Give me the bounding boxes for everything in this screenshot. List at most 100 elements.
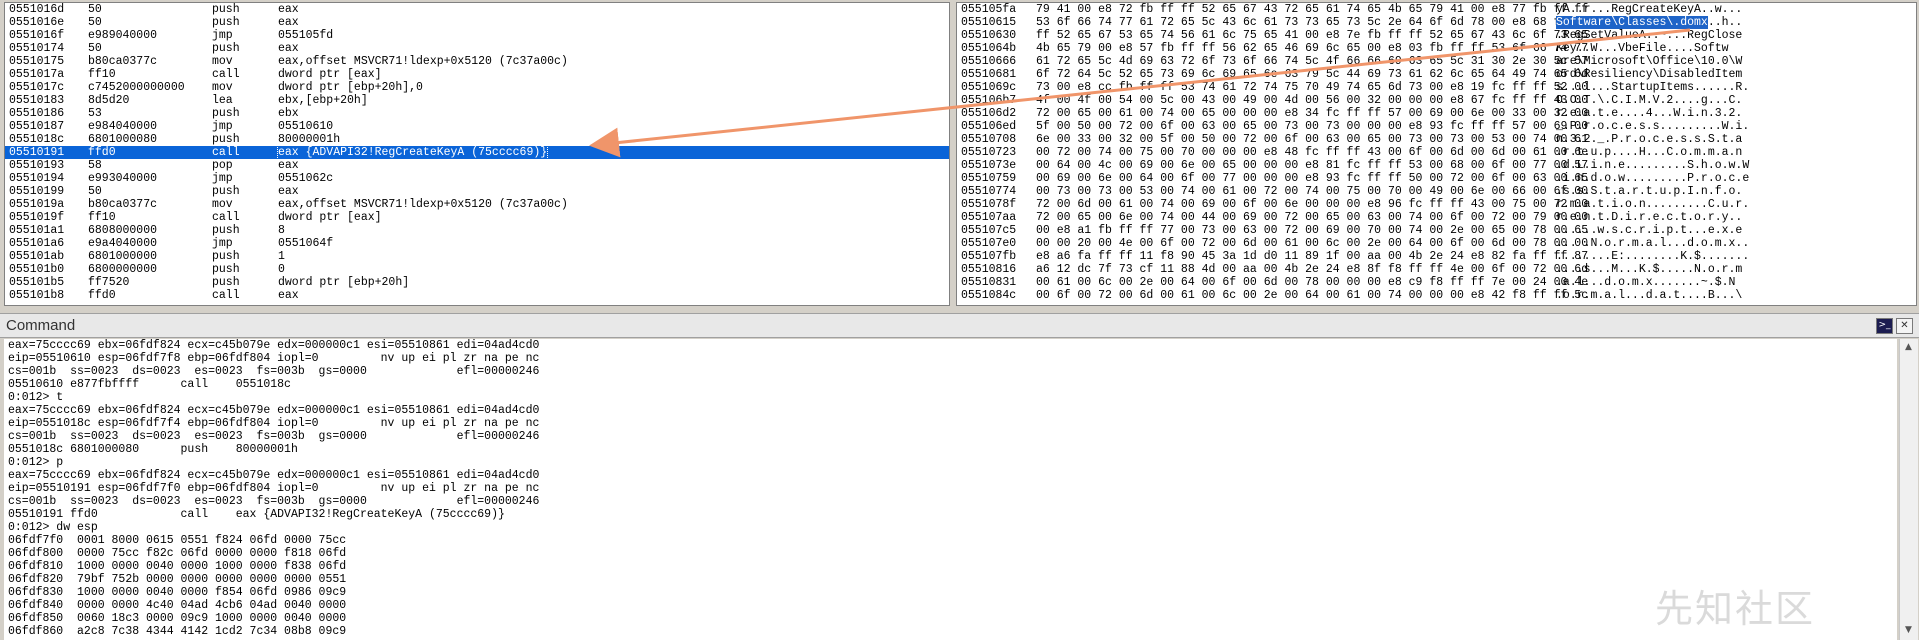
memory-row[interactable]: 05510723 00 72 00 74 00 75 00 70 00 00 00… <box>957 146 1916 159</box>
memory-ascii-text: .i.n.d.o.w.........P.r.o.c.e <box>1556 172 1750 185</box>
disasm-row[interactable]: 0551016f e989040000 jmp 055105fd <box>5 29 949 42</box>
disasm-bytes: e989040000 <box>88 29 158 42</box>
memory-ascii-text: .a.l...d.o.m.x.......~.$.N <box>1556 276 1736 289</box>
disasm-operands: eax <box>278 289 299 302</box>
disasm-row[interactable]: 05510174 50 push eax <box>5 42 949 55</box>
memory-row[interactable]: 0551064b 4b 65 79 00 e8 57 fb ff ff 56 62… <box>957 42 1916 55</box>
memory-row[interactable]: 05510759 00 69 00 6e 00 64 00 6f 00 77 00… <box>957 172 1916 185</box>
memory-row[interactable]: 055107e0 00 00 20 00 4e 00 6f 00 72 00 6d… <box>957 237 1916 250</box>
memory-row[interactable]: 055105fa 79 41 00 e8 72 fb ff ff 52 65 67… <box>957 3 1916 16</box>
disasm-row[interactable]: 055101b0 6800000000 push 0 <box>5 263 949 276</box>
disassembly-pane[interactable]: 0551016d 50 push eax 0551016e 50 push eax 055101… <box>4 2 950 306</box>
memory-row[interactable]: 05510831 00 61 00 6c 00 2e 00 64 00 6f 00… <box>957 276 1916 289</box>
memory-ascii: r.e.a.t.e....4...W.i.n.3.2. <box>1556 107 1742 120</box>
disasm-row[interactable]: 0551016d 50 push eax <box>5 3 949 16</box>
memory-row[interactable]: 055106ed 5f 00 50 00 72 00 6f 00 63 00 65… <box>957 120 1916 133</box>
command-output-line: eip=05510191 esp=06fdf7f0 ebp=06fdf804 i… <box>8 482 540 495</box>
memory-ascii-text: Key..W...VbeFile....Softw <box>1556 42 1729 55</box>
command-output-line: cs=001b ss=0023 ds=0023 es=0023 fs=003b … <box>8 365 540 378</box>
command-scrollbar[interactable]: ▲ ▼ <box>1899 339 1918 640</box>
disasm-mnemonic: push <box>212 276 240 289</box>
memory-row[interactable]: 0551073e 00 64 00 4c 00 69 00 6e 00 65 00… <box>957 159 1916 172</box>
disasm-row[interactable]: 055101b8 ffd0 call eax <box>5 289 949 302</box>
command-window-title: Command <box>6 317 76 334</box>
disasm-address: 05510193 <box>9 159 65 172</box>
memory-row[interactable]: 05510666 61 72 65 5c 4d 69 63 72 6f 73 6f… <box>957 55 1916 68</box>
memory-row[interactable]: 05510615 53 6f 66 74 77 61 72 65 5c 43 6c… <box>957 16 1916 29</box>
disasm-row[interactable]: 0551016e 50 push eax <box>5 16 949 29</box>
disasm-row[interactable]: 05510194 e993040000 jmp 0551062c <box>5 172 949 185</box>
memory-ascii: ......w.s.c.r.i.p.t...e.x.e <box>1556 224 1742 237</box>
memory-row[interactable]: 05510816 a6 12 dc 7f 73 cf 11 88 4d 00 aa… <box>957 263 1916 276</box>
memory-address: 05510681 <box>961 68 1017 81</box>
disasm-bytes: 6808000000 <box>88 224 158 237</box>
scroll-up-icon[interactable]: ▲ <box>1903 342 1914 353</box>
disasm-row[interactable]: 055101b5 ff7520 push dword ptr [ebp+20h] <box>5 276 949 289</box>
memory-row[interactable]: 05510774 00 73 00 73 00 53 00 74 00 61 00… <box>957 185 1916 198</box>
disasm-row[interactable]: 05510187 e984040000 jmp 05510610 <box>5 120 949 133</box>
close-icon[interactable]: ✕ <box>1896 318 1913 334</box>
disasm-row[interactable]: 05510183 8d5d20 lea ebx,[ebp+20h] <box>5 94 949 107</box>
memory-pane[interactable]: 055105fa 79 41 00 e8 72 fb ff ff 52 65 67… <box>956 2 1917 306</box>
disasm-row[interactable]: 05510191 ffd0 call eax {ADVAPI32!RegCreateK… <box>5 145 949 160</box>
disasm-bytes: e993040000 <box>88 172 158 185</box>
disasm-address: 055101b0 <box>9 263 65 276</box>
disasm-address: 0551019a <box>9 198 65 211</box>
memory-address: 055105fa <box>961 3 1017 16</box>
memory-ascii-text: ......w.s.c.r.i.p.t...e.x.e <box>1556 224 1743 237</box>
disasm-row[interactable]: 0551019f ff10 call dword ptr [eax] <box>5 211 949 224</box>
memory-hex: 4f 00 4f 00 54 00 5c 00 43 00 49 00 4d 0… <box>1036 94 1589 107</box>
command-output[interactable]: eax=75cccc69 ebx=06fdf824 ecx=c45b079e e… <box>4 339 1897 640</box>
command-output-line: 06fdf7f0 0001 8000 0615 0551 f824 06fd 0… <box>8 534 347 547</box>
memory-row[interactable]: 05510708 6e 00 33 00 32 00 5f 00 50 00 72… <box>957 133 1916 146</box>
memory-row[interactable]: 055107aa 72 00 65 00 6e 00 74 00 44 00 69… <box>957 211 1916 224</box>
memory-row[interactable]: 0551084c 00 6f 00 72 00 6d 00 61 00 6c 00… <box>957 289 1916 302</box>
disasm-row[interactable]: 055101a1 6808000000 push 8 <box>5 224 949 237</box>
memory-row[interactable]: 0551069c 73 00 e8 cc fb ff ff 53 74 61 72… <box>957 81 1916 94</box>
disasm-operands: dword ptr [eax] <box>278 68 382 81</box>
memory-row[interactable]: 055106d2 72 00 65 00 61 00 74 00 65 00 00… <box>957 107 1916 120</box>
command-prompt-icon[interactable]: >_ <box>1876 318 1893 334</box>
memory-address: 055106ed <box>961 120 1017 133</box>
command-output-line: 06fdf840 0000 0000 4c40 04ad 4cb6 04ad 0… <box>8 599 347 612</box>
disasm-row[interactable]: 055101ab 6801000000 push 1 <box>5 250 949 263</box>
memory-hex: 53 6f 66 74 77 61 72 65 5c 43 6c 61 73 7… <box>1036 16 1589 29</box>
scroll-down-icon[interactable]: ▼ <box>1903 625 1914 636</box>
memory-address: 05510759 <box>961 172 1017 185</box>
disasm-row[interactable]: 05510186 53 push ebx <box>5 107 949 120</box>
command-output-line: eip=0551018c esp=06fdf7f4 ebp=06fdf804 i… <box>8 417 540 430</box>
memory-address: 0551084c <box>961 289 1017 302</box>
memory-address: 05510816 <box>961 263 1017 276</box>
memory-row[interactable]: 055107c5 00 e8 a1 fb ff ff 77 00 73 00 63… <box>957 224 1916 237</box>
memory-hex: 00 e8 a1 fb ff ff 77 00 73 00 63 00 72 0… <box>1036 224 1589 237</box>
memory-row[interactable]: 05510681 6f 72 64 5c 52 65 73 69 6c 69 65… <box>957 68 1916 81</box>
disasm-mnemonic: jmp <box>212 120 233 133</box>
command-output-line: cs=001b ss=0023 ds=0023 es=0023 fs=003b … <box>8 495 540 508</box>
disasm-bytes: 6800000000 <box>88 263 158 276</box>
disasm-mnemonic: push <box>212 250 240 263</box>
memory-hex: 72 00 6d 00 61 00 74 00 69 00 6f 00 6e 0… <box>1036 198 1589 211</box>
memory-ascii-text: s...l...StartupItems......R. <box>1556 81 1750 94</box>
memory-row[interactable]: 055106b7 4f 00 4f 00 54 00 5c 00 43 00 49… <box>957 94 1916 107</box>
command-output-line: 0:012> p <box>8 456 64 469</box>
disasm-operands: eax <box>278 16 299 29</box>
disasm-row[interactable]: 05510175 b80ca0377c mov eax,offset MSVCR71!… <box>5 55 949 68</box>
disasm-row[interactable]: 0551018c 6801000080 push 80000001h <box>5 133 949 146</box>
disasm-bytes: 6801000000 <box>88 250 158 263</box>
memory-row[interactable]: 0551078f 72 00 6d 00 61 00 74 00 69 00 6f… <box>957 198 1916 211</box>
command-window-titlebar: Command >_ ✕ <box>0 313 1919 338</box>
memory-row[interactable]: 05510630 ff 52 65 67 53 65 74 56 61 6c 75… <box>957 29 1916 42</box>
disasm-address: 05510186 <box>9 107 65 120</box>
memory-address: 055107c5 <box>961 224 1017 237</box>
memory-row[interactable]: 055107fb e8 a6 fa ff ff 11 f8 90 45 3a 1d… <box>957 250 1916 263</box>
disasm-address: 05510191 <box>9 146 65 159</box>
disasm-row[interactable]: 05510193 58 pop eax <box>5 159 949 172</box>
memory-address: 05510831 <box>961 276 1017 289</box>
disasm-row[interactable]: 0551017a ff10 call dword ptr [eax] <box>5 68 949 81</box>
memory-hex: 00 61 00 6c 00 2e 00 64 00 6f 00 6d 00 7… <box>1036 276 1589 289</box>
disasm-row[interactable]: 05510199 50 push eax <box>5 185 949 198</box>
memory-address: 05510723 <box>961 146 1017 159</box>
disasm-row[interactable]: 0551019a b80ca0377c mov eax,offset MSVCR71!… <box>5 198 949 211</box>
disasm-row[interactable]: 0551017c c7452000000000 mov dword ptr [ebp+… <box>5 81 949 94</box>
disasm-row[interactable]: 055101a6 e9a4040000 jmp 0551064f <box>5 237 949 250</box>
